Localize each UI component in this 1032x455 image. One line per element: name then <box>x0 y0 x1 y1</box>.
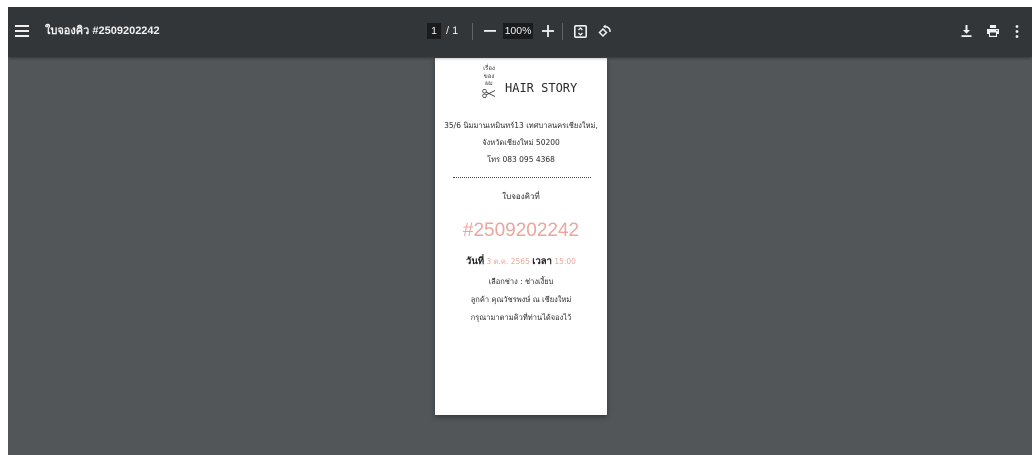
plus-icon <box>542 25 554 37</box>
zoom-in-button[interactable] <box>542 25 554 37</box>
menu-icon <box>15 25 29 37</box>
logo-text-line: ผม <box>485 80 493 87</box>
zoom-out-button[interactable] <box>484 25 496 37</box>
toolbar-divider <box>472 23 473 40</box>
address-line-1: 35/6 นิมมานเหมินทร์13 เทศบาลนครเชียงใหม่… <box>444 121 598 130</box>
menu-button[interactable] <box>15 25 29 37</box>
minus-icon <box>484 30 496 32</box>
logo-mark: เรื่อง ของ ผม <box>478 65 500 98</box>
page-total: / 1 <box>446 25 459 37</box>
page-number-input[interactable] <box>427 23 441 39</box>
date-value: 3 ต.ค. 2565 <box>486 257 530 266</box>
reminder-note: กรุณามาตามคิวที่ท่านได้จองไว้ <box>470 313 572 322</box>
receipt-heading: ใบจองคิวที่ <box>502 192 540 201</box>
rotate-button[interactable] <box>598 24 612 38</box>
toolbar-divider <box>562 23 563 40</box>
time-value: 15:00 <box>554 257 576 266</box>
date-label: วันที่ <box>466 256 485 267</box>
fit-to-page-icon <box>574 25 587 38</box>
address-line-2: จังหวัดเชียงใหม่ 50200 <box>482 138 560 147</box>
more-vert-icon <box>1015 25 1019 38</box>
print-icon <box>987 25 999 37</box>
logo-text-line: เรื่อง <box>483 65 495 72</box>
dotted-divider <box>453 177 591 178</box>
pdf-page: เรื่อง ของ ผม HAIR STORY 35/6 นิมมานเหมิ… <box>435 58 607 415</box>
customer-line: ลูกค้า คุณวัชรพงษ์ ณ เชียงใหม่ <box>470 295 572 304</box>
rotate-counterclockwise-icon <box>598 24 611 38</box>
pdf-toolbar: ใบจองคิว #2509202242 / 1 <box>8 7 1032 57</box>
brand-name: HAIR STORY <box>505 81 578 95</box>
logo-text-line: ของ <box>483 72 495 80</box>
more-actions-button[interactable] <box>1014 25 1020 38</box>
time-label: เวลา <box>532 256 552 267</box>
print-button[interactable] <box>987 25 999 37</box>
appointment-datetime: วันที่ 3 ต.ค. 2565 เวลา 15:00 <box>435 255 607 268</box>
scissors-icon <box>482 88 496 98</box>
phone-number: โทร 083 095 4368 <box>487 155 555 164</box>
fit-to-page-button[interactable] <box>574 25 587 38</box>
document-title: ใบจองคิว #2509202242 <box>45 25 160 37</box>
download-icon <box>961 25 972 37</box>
pdf-viewer: ใบจองคิว #2509202242 / 1 <box>8 7 1032 455</box>
stylist-line: เลือกช่าง : ช่างเงี้ยบ <box>488 277 554 286</box>
queue-number: #2509202242 <box>462 220 580 241</box>
zoom-level-input[interactable] <box>503 23 533 39</box>
download-button[interactable] <box>961 25 972 37</box>
